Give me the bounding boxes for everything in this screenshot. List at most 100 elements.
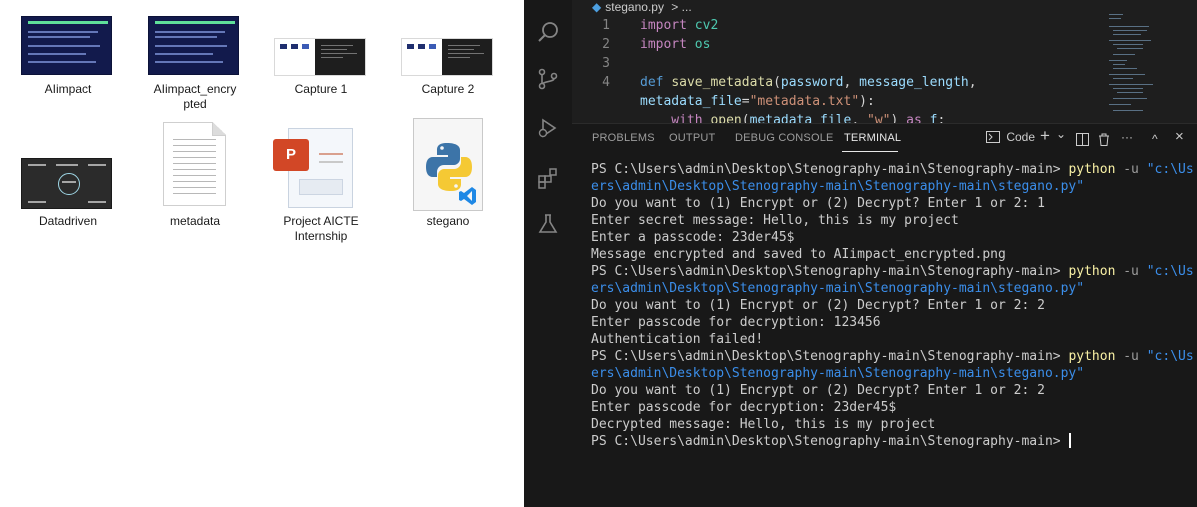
file-label: Project AICTE Internship (283, 214, 359, 243)
terminal-text: Do you want to (1) Encrypt or (2) Decryp… (591, 383, 1045, 398)
code-editor[interactable]: ◆ stegano.py > ... 1 import cv2 2 import os 3… (572, 0, 1197, 123)
terminal-line: Decrypted message: Hello, this is my pro… (591, 416, 935, 433)
terminal-text: Message encrypted and saved to AIimpact_… (591, 247, 1006, 262)
terminal-text: ers\admin\Desktop\Stenography-main\Steno… (591, 281, 1085, 296)
code-token: "metadata.txt" (749, 94, 860, 109)
terminal-text: Do you want to (1) Encrypt or (2) Decryp… (591, 196, 1045, 211)
source-control-icon[interactable] (536, 67, 560, 91)
code-token: ) (890, 113, 907, 123)
screenshot-thumbnail (274, 38, 366, 76)
python-file-icon: ◆ (592, 0, 602, 14)
terminal-text: Enter passcode for decryption: 23der45$ (591, 400, 897, 415)
terminal-text: PS C:\Users\admin\Desktop\Stenography-ma… (591, 264, 1069, 279)
run-debug-icon[interactable] (536, 116, 560, 140)
terminal-text: "c:\Us (1146, 349, 1194, 364)
code-text: with open(metadata_file, "w") as f: (640, 111, 945, 123)
code-token: os (694, 37, 711, 52)
file-item-aiimpact[interactable]: AIimpact (13, 16, 123, 96)
code-token: save_metadata (671, 75, 774, 90)
file-item-stegano[interactable]: stegano (393, 118, 503, 230)
powerpoint-file-icon: P (273, 128, 353, 208)
close-panel-button[interactable]: × (1175, 128, 1184, 145)
terminal-cursor (1069, 433, 1072, 448)
terminal-text: Enter passcode for decryption: 123456 (591, 315, 881, 330)
breadcrumb-more[interactable]: ... (682, 0, 692, 14)
file-item-project-aicte-internship[interactable]: P Project AICTE Internship (266, 122, 376, 246)
new-terminal-button[interactable]: + (1040, 126, 1050, 146)
trash-icon[interactable] (1098, 133, 1110, 146)
terminal-text: Authentication failed! (591, 332, 764, 347)
terminal-line: Do you want to (1) Encrypt or (2) Decryp… (591, 195, 1045, 212)
terminal-shell-selector[interactable]: Code (986, 130, 1035, 144)
line-number: 4 (602, 75, 610, 90)
file-item-metadata[interactable]: metadata (140, 122, 250, 232)
text-file-icon (163, 122, 226, 206)
terminal-line: ers\admin\Desktop\Stenography-main\Steno… (591, 178, 1084, 195)
maximize-panel-button[interactable]: ^ (1152, 132, 1158, 146)
search-icon[interactable] (536, 20, 560, 44)
terminal-line: PS C:\Users\admin\Desktop\Stenography-ma… (591, 433, 1072, 450)
testing-flask-icon[interactable] (536, 212, 560, 236)
terminal-text: python (1068, 264, 1116, 279)
split-icon[interactable] (1076, 133, 1089, 146)
more-actions-button[interactable]: ··· (1121, 130, 1133, 144)
code-token: open (710, 113, 742, 123)
active-tab-indicator (842, 151, 898, 152)
terminal-text: PS C:\Users\admin\Desktop\Stenography-ma… (591, 349, 1069, 364)
terminal-line: Message encrypted and saved to AIimpact_… (591, 246, 1006, 263)
code-token: : (937, 113, 946, 123)
screenshot-thumbnail (401, 38, 493, 76)
python-logo-icon (426, 143, 476, 205)
breadcrumb-separator: > (671, 0, 679, 14)
vscode-window: ◆ stegano.py > ... 1 import cv2 2 import os 3… (524, 0, 1197, 507)
file-item-capture-1[interactable]: Capture 1 (266, 36, 376, 98)
tab-problems[interactable]: PROBLEMS (592, 132, 655, 144)
code-token: import (640, 37, 687, 52)
terminal-text: -u (1115, 162, 1147, 177)
tab-terminal[interactable]: TERMINAL (844, 132, 901, 144)
file-label: Capture 1 (294, 82, 348, 96)
breadcrumb[interactable]: ◆ stegano.py > ... (592, 0, 692, 15)
tab-debug-console[interactable]: DEBUG CONSOLE (735, 132, 834, 144)
file-item-datadriven[interactable]: Datadriven (13, 156, 123, 230)
new-terminal-menu-button[interactable]: ⌄ (1056, 127, 1066, 141)
tab-output[interactable]: OUTPUT (669, 132, 715, 144)
terminal-text: -u (1115, 264, 1147, 279)
terminal-line: PS C:\Users\admin\Desktop\Stenography-ma… (591, 161, 1194, 178)
file-item-aiimpact-encrypted[interactable]: AIimpact_encrypted (140, 16, 250, 112)
terminal-line: PS C:\Users\admin\Desktop\Stenography-ma… (591, 348, 1194, 365)
terminal-line: Enter passcode for decryption: 123456 (591, 314, 881, 331)
code-token: metadata_file (640, 94, 742, 109)
code-token: as (906, 113, 922, 123)
file-label: Datadriven (38, 214, 98, 228)
code-text: def save_metadata(password, message_leng… (640, 73, 977, 92)
shell-label: Code (1006, 130, 1036, 144)
terminal-text: python (1068, 349, 1116, 364)
line-number: 1 (602, 18, 610, 33)
code-token: = (741, 94, 750, 109)
terminal-text: -u (1115, 349, 1147, 364)
code-text: metadata_file="metadata.txt"): (640, 92, 875, 111)
code-token: , (968, 75, 977, 90)
diagram-thumbnail (21, 158, 112, 209)
terminal-text: Enter secret message: Hello, this is my … (591, 213, 959, 228)
line-number: 3 (602, 56, 610, 71)
activity-bar (524, 0, 572, 507)
code-token: def (640, 75, 664, 90)
breadcrumb-file[interactable]: stegano.py (605, 0, 664, 14)
terminal-line: Authentication failed! (591, 331, 763, 348)
terminal-text: PS C:\Users\admin\Desktop\Stenography-ma… (591, 162, 1069, 177)
terminal-text: Enter a passcode: 23der45$ (591, 230, 795, 245)
code-token: ( (773, 75, 781, 90)
terminal-text: Decrypted message: Hello, this is my pro… (591, 417, 936, 432)
file-label: metadata (169, 214, 221, 228)
terminal-line: ers\admin\Desktop\Stenography-main\Steno… (591, 280, 1084, 297)
file-label: Capture 2 (421, 82, 475, 96)
terminal-line: Enter secret message: Hello, this is my … (591, 212, 959, 229)
extensions-icon[interactable] (536, 166, 560, 190)
minimap[interactable] (1105, 10, 1197, 122)
file-item-capture-2[interactable]: Capture 2 (393, 36, 503, 98)
